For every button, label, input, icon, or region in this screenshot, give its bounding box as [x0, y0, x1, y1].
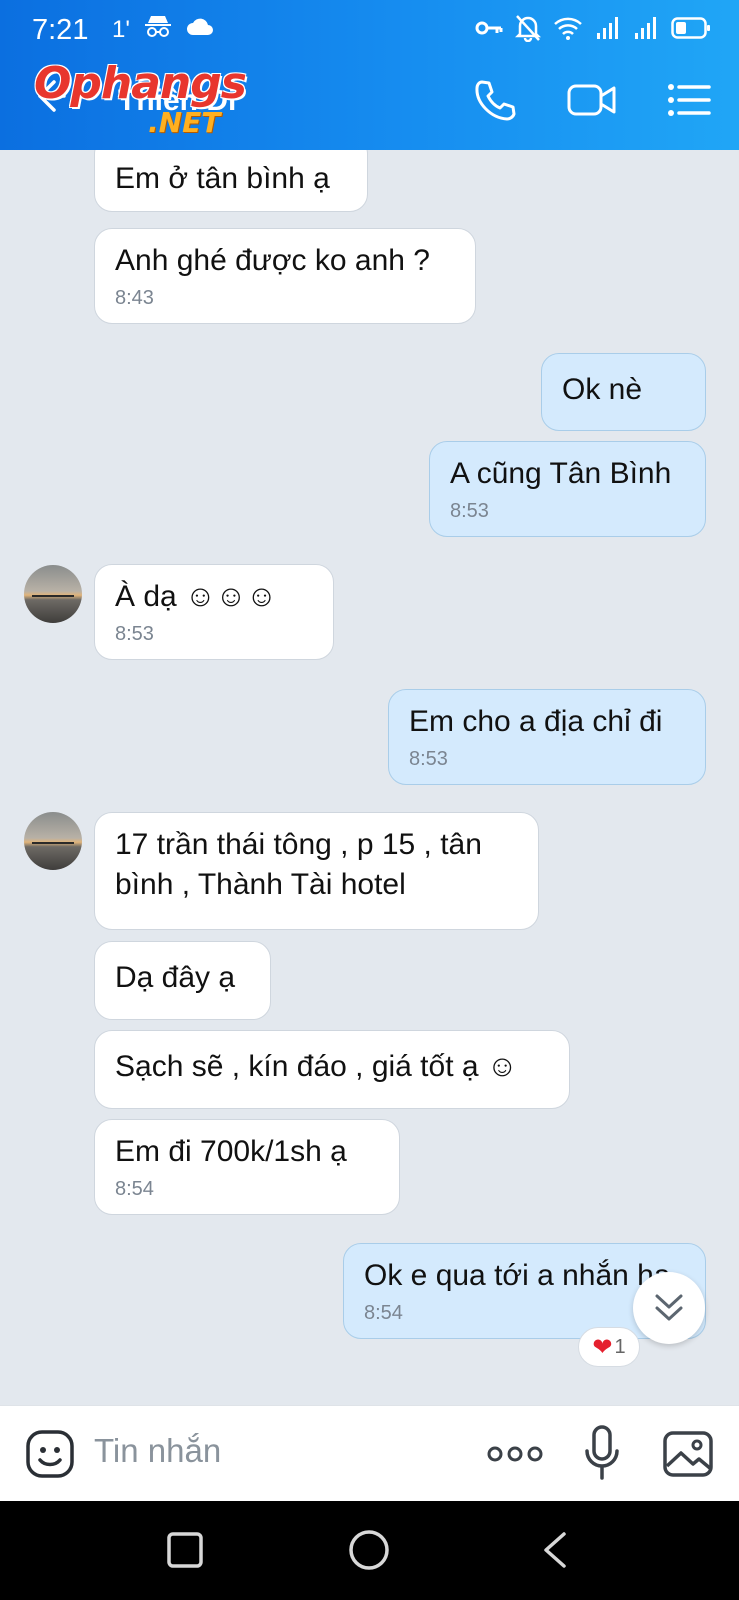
- bell-off-icon: [515, 14, 541, 42]
- status-time: 7:21: [32, 14, 89, 46]
- signal-icon: [633, 15, 659, 41]
- phone-icon: [475, 80, 516, 121]
- chat-messages[interactable]: Em ở tân bình ạ Anh ghé được ko anh ? 8:…: [0, 150, 739, 1405]
- video-icon: [567, 84, 616, 116]
- message-text: 17 trần thái tông , p 15 , tân bình , Th…: [115, 828, 482, 901]
- message-time: 8:53: [450, 500, 489, 522]
- message-text: Em đi 700k/1sh ạ: [115, 1135, 347, 1168]
- incognito-icon: [144, 14, 172, 45]
- menu-icon: [668, 84, 711, 116]
- square-icon: [167, 1532, 203, 1568]
- more-options-button[interactable]: [486, 1436, 544, 1477]
- heart-icon: ❤: [592, 1333, 613, 1361]
- message-input-bar: Tin nhắn: [0, 1405, 739, 1501]
- message-text: Ok nè: [562, 373, 643, 406]
- message-bubble[interactable]: 17 trần thái tông , p 15 , tân bình , Th…: [94, 812, 539, 930]
- cloud-icon: [186, 16, 214, 44]
- photo-button[interactable]: [662, 1428, 714, 1485]
- avatar[interactable]: [24, 812, 82, 870]
- system-navigation-bar: [0, 1501, 739, 1600]
- message-bubble[interactable]: Sạch sẽ , kín đáo , giá tốt ạ ☺: [94, 1030, 570, 1109]
- message-text: Em ở tân bình ạ: [115, 162, 330, 195]
- voice-message-button[interactable]: [582, 1424, 622, 1487]
- message-bubble[interactable]: À dạ ☺☺☺ 8:53: [94, 564, 334, 660]
- message-text: Em cho a địa chỉ đi: [409, 705, 663, 738]
- wifi-icon: [553, 15, 583, 41]
- message-bubble[interactable]: A cũng Tân Bình 8:53: [429, 441, 706, 537]
- message-text: À dạ ☺☺☺: [115, 580, 277, 613]
- triangle-back-icon: [544, 1532, 566, 1568]
- call-button[interactable]: [470, 76, 518, 129]
- signal-icon: [595, 15, 621, 41]
- reaction-badge[interactable]: ❤ 1: [578, 1327, 640, 1367]
- chat-header: Thiên Di Ophangs .NET: [0, 56, 739, 150]
- more-dots-icon: [487, 1446, 543, 1462]
- avatar[interactable]: [24, 565, 82, 623]
- back-nav-button[interactable]: [540, 1531, 570, 1574]
- message-bubble[interactable]: Em ở tân bình ạ: [94, 150, 368, 212]
- status-right-icons: [475, 14, 711, 42]
- circle-icon: [349, 1530, 389, 1570]
- battery-icon: [671, 16, 711, 40]
- message-input[interactable]: Tin nhắn: [94, 1432, 221, 1470]
- message-bubble[interactable]: Dạ đây ạ: [94, 941, 271, 1020]
- message-time: 8:43: [115, 287, 154, 309]
- message-bubble[interactable]: Ok nè: [541, 353, 706, 431]
- reaction-count: 1: [614, 1335, 626, 1358]
- microphone-icon: [585, 1425, 619, 1480]
- message-text: A cũng Tân Bình: [450, 457, 672, 490]
- data-indicator: 1': [112, 15, 130, 43]
- recent-apps-button[interactable]: [166, 1531, 204, 1574]
- message-bubble[interactable]: Anh ghé được ko anh ? 8:43: [94, 228, 476, 324]
- double-chevron-down-icon: [655, 1294, 683, 1321]
- back-arrow-icon: [38, 80, 66, 112]
- chat-menu-button[interactable]: [666, 76, 712, 129]
- message-text: Dạ đây ạ: [115, 961, 236, 994]
- contact-name[interactable]: Thiên Di: [118, 84, 236, 118]
- image-icon: [663, 1431, 713, 1477]
- message-text: Anh ghé được ko anh ?: [115, 244, 430, 277]
- status-bar: 7:21 1': [0, 0, 739, 56]
- top-bar: 7:21 1' Thiên Di Ophangs .NET: [0, 0, 739, 150]
- key-icon: [475, 18, 503, 38]
- sticker-icon: [26, 1430, 74, 1478]
- message-time: 8:53: [409, 748, 448, 770]
- message-time: 8:54: [115, 1178, 154, 1200]
- back-button[interactable]: [30, 76, 80, 126]
- home-button[interactable]: [348, 1529, 390, 1576]
- video-call-button[interactable]: [566, 76, 618, 129]
- message-text: Sạch sẽ , kín đáo , giá tốt ạ ☺: [115, 1050, 518, 1083]
- message-bubble[interactable]: Em đi 700k/1sh ạ 8:54: [94, 1119, 400, 1215]
- message-bubble[interactable]: Em cho a địa chỉ đi 8:53: [388, 689, 706, 785]
- status-left-icons: 1': [112, 14, 214, 45]
- message-text: Ok e qua tới a nhắn ha: [364, 1259, 671, 1292]
- sticker-button[interactable]: [24, 1428, 76, 1485]
- message-time: 8:53: [115, 623, 154, 645]
- scroll-to-bottom-button[interactable]: [633, 1272, 705, 1344]
